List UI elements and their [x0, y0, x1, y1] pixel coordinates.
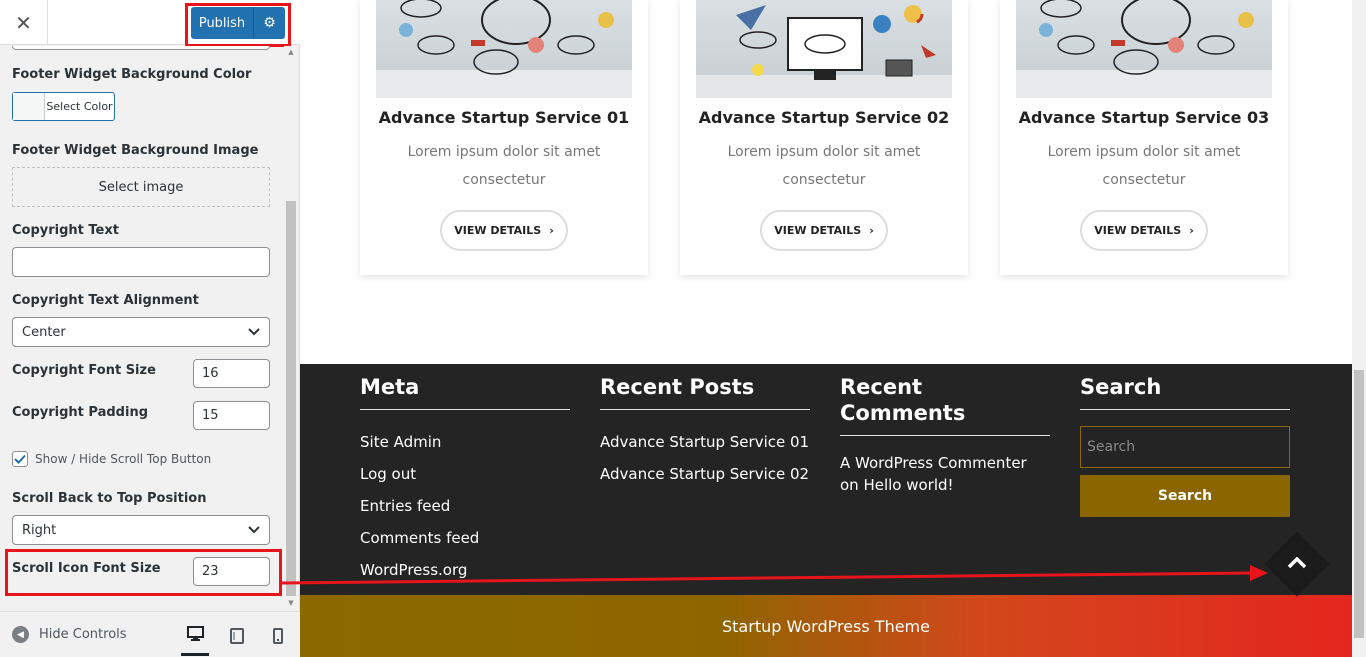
- widget-divider: [840, 435, 1050, 436]
- copyright-padding-label: Copyright Padding: [12, 405, 148, 420]
- publish-group: Publish ⚙: [191, 7, 285, 39]
- copyright-alignment-select[interactable]: Center: [12, 317, 270, 347]
- sidebar-scrollbar[interactable]: ▲ ▼: [284, 46, 298, 611]
- copyright-font-size-label: Copyright Font Size: [12, 363, 156, 378]
- scroll-top-checkbox-label: Show / Hide Scroll Top Button: [35, 452, 212, 466]
- view-details-label: VIEW DETAILS: [454, 224, 542, 237]
- close-customizer-button[interactable]: ✕: [0, 0, 48, 45]
- service-card: Advance Startup Service 03 Lorem ipsum d…: [1000, 0, 1288, 275]
- chevron-right-icon: ›: [1189, 224, 1194, 237]
- service-description: Lorem ipsum dolor sit amet consectetur: [1047, 144, 1241, 188]
- desktop-preview-button[interactable]: [181, 623, 209, 656]
- meta-link-log-out[interactable]: Log out: [360, 458, 570, 490]
- select-image-button[interactable]: Select image: [12, 167, 270, 207]
- mobile-preview-button[interactable]: [264, 625, 292, 647]
- close-icon: ✕: [15, 10, 32, 35]
- select-color-button[interactable]: Select Color: [12, 92, 115, 121]
- widget-divider: [600, 409, 810, 410]
- chevron-right-icon: ›: [549, 224, 554, 237]
- service-image: [1016, 0, 1272, 98]
- copyright-bar: Startup WordPress Theme: [300, 595, 1352, 657]
- tablet-icon: [230, 628, 244, 644]
- customizer-footer: ◀ Hide Controls: [0, 611, 300, 657]
- recent-comments-widget: Recent Comments A WordPress Commenter on…: [840, 364, 1050, 496]
- hide-controls-label: Hide Controls: [39, 627, 127, 642]
- checkmark-icon: [14, 454, 26, 464]
- service-title: Advance Startup Service 03: [1018, 108, 1270, 127]
- service-image: [696, 0, 952, 98]
- hide-controls-button[interactable]: ◀ Hide Controls: [12, 626, 127, 643]
- meta-widget-title: Meta: [360, 375, 420, 399]
- view-details-button[interactable]: VIEW DETAILS ›: [1080, 210, 1208, 251]
- customizer-controls: Footer Widget Background Color Select Co…: [0, 46, 300, 611]
- scroll-position-label: Scroll Back to Top Position: [12, 491, 207, 506]
- site-preview: Advance Startup Service 01 Lorem ipsum d…: [300, 0, 1352, 657]
- search-input[interactable]: Search: [1080, 426, 1290, 468]
- collapse-arrow-icon: ◀: [12, 626, 29, 643]
- scroll-position-select[interactable]: Right: [12, 515, 270, 545]
- copyright-alignment-label: Copyright Text Alignment: [12, 293, 199, 308]
- recent-comments-title: Recent Comments: [840, 375, 966, 425]
- footer-bg-image-label: Footer Widget Background Image: [12, 143, 259, 158]
- view-details-button[interactable]: VIEW DETAILS ›: [760, 210, 888, 251]
- search-button[interactable]: Search: [1080, 475, 1290, 517]
- search-widget: Search Search Search: [1080, 364, 1290, 517]
- previous-field[interactable]: [12, 46, 270, 50]
- customizer-header: ✕ Publish ⚙: [0, 0, 300, 47]
- copyright-alignment-value: Center: [22, 324, 66, 340]
- chevron-down-icon: [248, 325, 260, 339]
- select-color-label: Select Color: [46, 100, 113, 113]
- scroll-down-arrow-icon[interactable]: ▼: [287, 599, 295, 607]
- recent-post-link[interactable]: Advance Startup Service 01: [600, 426, 810, 458]
- recent-posts-title: Recent Posts: [600, 375, 755, 399]
- service-description: Lorem ipsum dolor sit amet consectetur: [727, 144, 921, 188]
- copyright-text: Startup WordPress Theme: [722, 616, 930, 636]
- meta-widget: Meta Site Admin Log out Entries feed Com…: [360, 364, 570, 586]
- widget-divider: [1080, 409, 1290, 410]
- scroll-up-arrow-icon[interactable]: ▲: [287, 48, 295, 56]
- service-image: [376, 0, 632, 98]
- service-description: Lorem ipsum dolor sit amet consectetur: [407, 144, 601, 188]
- service-title: Advance Startup Service 01: [378, 108, 630, 127]
- chevron-right-icon: ›: [869, 224, 874, 237]
- service-card: Advance Startup Service 01 Lorem ipsum d…: [360, 0, 648, 275]
- copyright-text-label: Copyright Text: [12, 223, 119, 238]
- recent-comment-text[interactable]: A WordPress Commenter on Hello world!: [840, 452, 1040, 496]
- recent-posts-widget: Recent Posts Advance Startup Service 01 …: [600, 364, 810, 490]
- chevron-up-icon[interactable]: [1285, 551, 1309, 575]
- footer-widgets: Meta Site Admin Log out Entries feed Com…: [300, 364, 1352, 595]
- preview-scrollbar[interactable]: [1352, 0, 1366, 657]
- copyright-font-size-input[interactable]: 16: [193, 359, 270, 388]
- search-widget-title: Search: [1080, 375, 1162, 399]
- scroll-icon-font-size-label: Scroll Icon Font Size: [12, 561, 161, 576]
- mobile-icon: [273, 628, 283, 644]
- meta-link-entries-feed[interactable]: Entries feed: [360, 490, 570, 522]
- chevron-down-icon: [248, 523, 260, 537]
- copyright-text-input[interactable]: [12, 247, 270, 277]
- desktop-icon: [186, 626, 204, 641]
- scroll-top-checkbox[interactable]: [12, 451, 28, 467]
- service-title: Advance Startup Service 02: [698, 108, 950, 127]
- meta-link-comments-feed[interactable]: Comments feed: [360, 522, 570, 554]
- publish-settings-button[interactable]: ⚙: [253, 7, 285, 39]
- recent-post-link[interactable]: Advance Startup Service 02: [600, 458, 810, 490]
- footer-bg-color-label: Footer Widget Background Color: [12, 67, 252, 82]
- customizer-sidebar: ✕ Publish ⚙ Footer Widget Background Col…: [0, 0, 300, 657]
- meta-link-wordpress-org[interactable]: WordPress.org: [360, 554, 570, 586]
- tablet-preview-button[interactable]: [223, 625, 251, 647]
- view-details-label: VIEW DETAILS: [1094, 224, 1182, 237]
- gear-icon: ⚙: [263, 15, 276, 31]
- color-swatch: [13, 93, 45, 120]
- scroll-icon-font-size-input[interactable]: 23: [193, 557, 270, 586]
- view-details-button[interactable]: VIEW DETAILS ›: [440, 210, 568, 251]
- meta-link-site-admin[interactable]: Site Admin: [360, 426, 570, 458]
- preview-scrollbar-thumb[interactable]: [1354, 370, 1364, 638]
- sidebar-scrollbar-thumb[interactable]: [286, 201, 296, 596]
- publish-button[interactable]: Publish: [191, 7, 253, 39]
- copyright-padding-input[interactable]: 15: [193, 401, 270, 430]
- widget-divider: [360, 409, 570, 410]
- scroll-position-value: Right: [22, 522, 57, 538]
- view-details-label: VIEW DETAILS: [774, 224, 862, 237]
- service-card: Advance Startup Service 02 Lorem ipsum d…: [680, 0, 968, 275]
